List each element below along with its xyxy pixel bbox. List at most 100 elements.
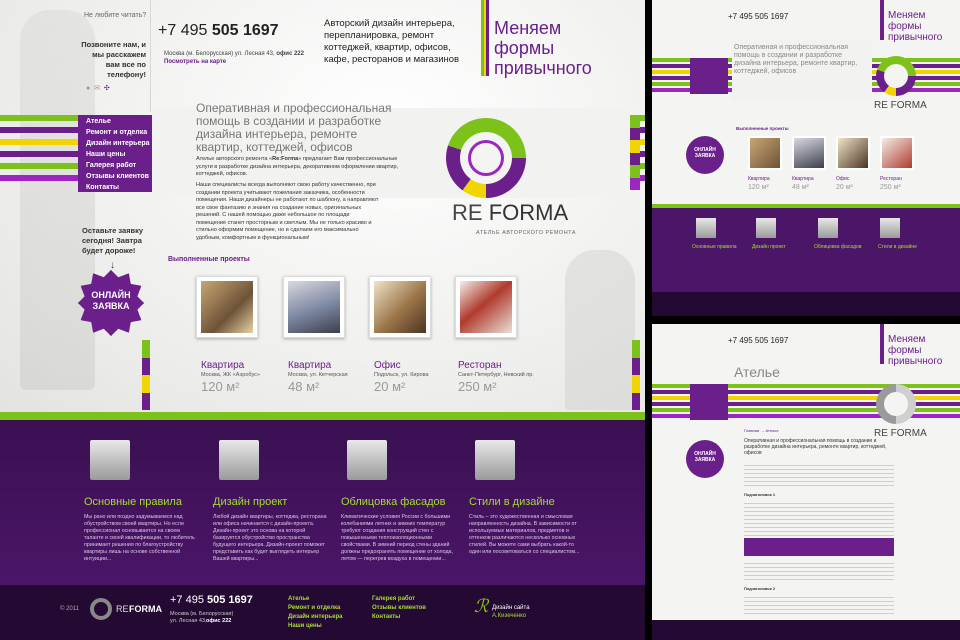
feature-text: Стиль – это художественная и смысловая н… <box>469 514 580 555</box>
sitemap-icon[interactable]: ✣ <box>104 85 110 92</box>
logo-re: RE <box>452 200 483 225</box>
nav-item-design[interactable]: Дизайн интерьера <box>86 140 150 147</box>
thumb-project-photo <box>836 136 870 170</box>
nav-item-gallery[interactable]: Галерея работ <box>86 162 136 169</box>
thumb2-nav-box <box>690 384 728 420</box>
thumb2-headline: Оперативная и профессиональная помощь в … <box>744 438 887 456</box>
main-page: Не любите читать? Позвоните нам, и мы ра… <box>0 0 645 640</box>
phone-prefix: +7 495 <box>158 22 208 39</box>
home-icon[interactable]: ● <box>86 85 90 92</box>
thumbnail-homepage: +7 495 505 1697 Меняем формы привычного … <box>652 0 960 316</box>
lower-right-stripes <box>632 340 640 410</box>
feature-title: Облицовка фасадов <box>341 496 446 508</box>
footer-copyright: © 2011 <box>60 606 79 612</box>
slogan: Меняем формы привычного <box>494 18 592 78</box>
thumb-logo-hole <box>884 64 908 88</box>
footer-phone[interactable]: +7 495 505 1697 <box>170 594 253 606</box>
thumb2-text-block-4 <box>744 594 894 616</box>
body-paragraph: Наши специалисты всегда выполняют свою р… <box>196 182 379 241</box>
address-text: Москва (м. Белорусская) ул. Лесная 43, о… <box>164 51 304 57</box>
phone-digits: 505 1697 <box>211 22 279 39</box>
footer-link[interactable]: Ремонт и отделка <box>288 604 342 613</box>
thumb-projects-title: Выполненные проекты <box>736 126 789 131</box>
footer-nav-col1: Ателье Ремонт и отделка Дизайн интерьера… <box>288 595 342 631</box>
slogan-stripes <box>481 0 490 76</box>
thumb-folder-icon <box>756 218 776 238</box>
project-place: Москва, ЖК «Аэробус» <box>201 372 260 378</box>
brand-logo[interactable] <box>446 118 526 198</box>
thumb2-phone: +7 495 505 1697 <box>728 336 789 345</box>
right-edge-stripes <box>630 115 640 190</box>
footer-phone-digits: 505 1697 <box>207 594 253 606</box>
phone-number[interactable]: +7 495 505 1697 <box>158 22 279 40</box>
logo-subtitle: АТЕЛЬЕ АВТОРСКОГО РЕМОНТА <box>476 230 577 236</box>
footer-link[interactable]: Наши цены <box>288 622 342 631</box>
thumb-feature-title: Дизайн проект <box>752 244 786 250</box>
thumb-nav-box <box>690 58 728 94</box>
footer-link[interactable]: Дизайн интерьера <box>288 613 342 622</box>
thumbnail-inner-page: +7 495 505 1697 Меняем формы привычного … <box>652 324 960 640</box>
footer-link[interactable]: Отзывы клиентов <box>372 604 426 613</box>
folder-columns-icon <box>347 440 387 480</box>
nav-item-prices[interactable]: Наши цены <box>86 151 125 158</box>
thumb-feature-title: Стили в дизайне <box>878 244 917 250</box>
footer-logo-icon[interactable] <box>90 598 112 620</box>
designer-signature-icon: ℛ <box>474 596 489 617</box>
features-divider <box>0 412 645 420</box>
screenshot-collage: Не любите читать? Позвоните нам, и мы ра… <box>0 0 960 640</box>
project-photo <box>288 281 340 333</box>
folder-tools-icon <box>90 440 130 480</box>
request-arrow-icon: ↓ <box>110 260 115 271</box>
project-place: Москва, ул. Кетчерская <box>288 372 348 378</box>
project-name[interactable]: Офис <box>374 360 401 371</box>
top-question-link[interactable]: Не любите читать? <box>84 12 146 19</box>
feature-text: Мы рано или поздно задумываемся над обус… <box>84 514 195 562</box>
footer-link[interactable]: Контакты <box>372 613 426 622</box>
thumb-feature-title: Облицовка фасадов <box>814 244 862 250</box>
thumb-project-area: 20 м² <box>836 184 853 191</box>
thumb-phone: +7 495 505 1697 <box>728 12 789 21</box>
project-photo-frame <box>196 276 258 338</box>
mail-icon[interactable]: ✉ <box>94 85 100 92</box>
nav-item-repair[interactable]: Ремонт и отделка <box>86 129 147 136</box>
address-street: Москва (м. Белорусская) ул. Лесная 43, <box>164 51 275 57</box>
thumb-project-area: 48 м² <box>792 184 809 191</box>
footer-link[interactable]: Галерея работ <box>372 595 426 604</box>
thumb-project-name: Ресторан <box>880 176 902 182</box>
project-name[interactable]: Квартира <box>288 360 331 371</box>
headline: Оперативная и профессиональная помощь в … <box>196 101 392 154</box>
nav-item-contacts[interactable]: Контакты <box>86 184 119 191</box>
project-name[interactable]: Квартира <box>201 360 244 371</box>
feature-text: Любой дизайн квартиры, коттеджа, рестора… <box>213 514 327 562</box>
credit-label: Дизайн сайта <box>492 605 530 611</box>
nav-item-atelier[interactable]: Ателье <box>86 118 111 125</box>
project-area: 120 м² <box>201 379 240 394</box>
thumb-headline: Оперативная и профессиональная помощь в … <box>734 44 858 75</box>
worker-silhouette-right <box>565 250 635 410</box>
project-photo-frame <box>283 276 345 338</box>
thumb2-text-block <box>744 462 894 486</box>
thumb-project-photo <box>792 136 826 170</box>
thumb-project-name: Офис <box>836 176 850 182</box>
thumb-project-area: 250 м² <box>880 184 901 191</box>
project-name[interactable]: Ресторан <box>458 360 501 371</box>
projects-title: Выполненные проекты <box>168 256 250 263</box>
map-link[interactable]: Посмотреть на карте <box>164 59 226 65</box>
intro-text-a: Ателье авторского ремонта « <box>196 156 273 162</box>
thumb2-breadcrumb: Главная → Ателье <box>744 428 779 433</box>
call-us-text: Позвоните нам, и мы расскажем вам все по… <box>81 40 146 79</box>
vertical-divider <box>150 0 151 112</box>
project-photo <box>460 281 512 333</box>
thumb-project-name: Квартира <box>748 176 770 182</box>
designer-credit[interactable]: Дизайн сайта А.Кизеченко <box>492 604 530 620</box>
nav-item-reviews[interactable]: Отзывы клиентов <box>86 173 149 180</box>
footer-nav-col2: Галерея работ Отзывы клиентов Контакты <box>372 595 426 622</box>
thumb2-section-title: Ателье <box>734 364 780 380</box>
lower-left-stripes <box>142 340 150 410</box>
thumb2-text-block-3 <box>744 560 894 582</box>
thumb-slogan-stripe <box>880 0 884 40</box>
footer-link[interactable]: Ателье <box>288 595 342 604</box>
intro-brand: Re:Forma <box>272 156 299 162</box>
thumb-online-badge: ОНЛАЙН ЗАЯВКА <box>686 136 724 174</box>
thumb-folder-icon <box>818 218 838 238</box>
